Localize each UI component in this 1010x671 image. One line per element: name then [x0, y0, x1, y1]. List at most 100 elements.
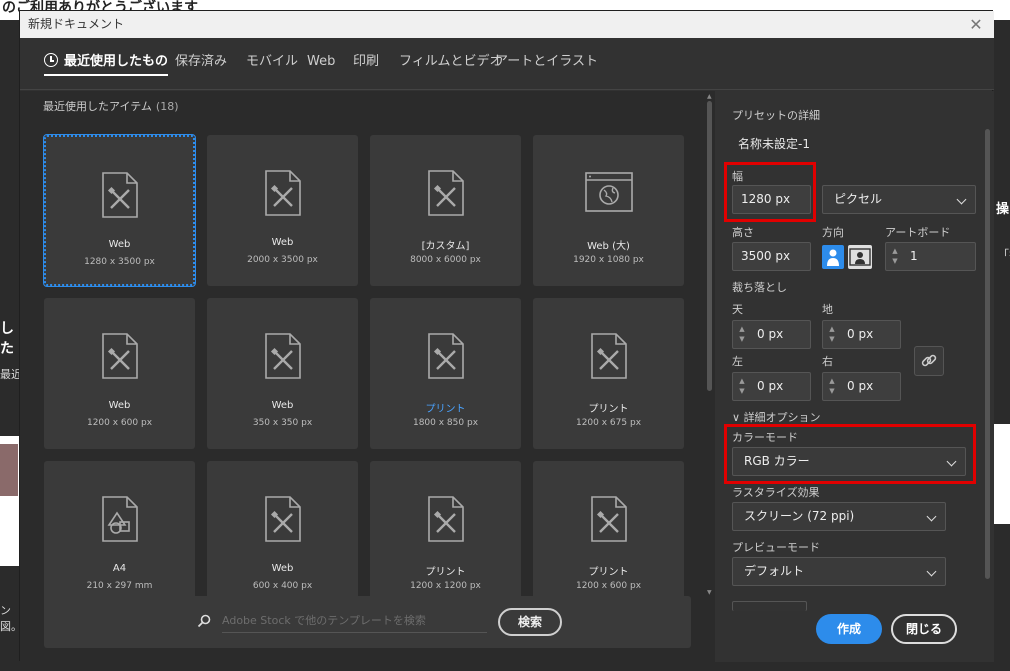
preset-details-pane: プリセットの詳細 名称未設定-1 幅 1280 px ピクセル 高さ 3500 …	[715, 91, 994, 662]
recent-items-count: (18)	[155, 100, 179, 113]
recent-item-size: 1280 x 3500 px	[84, 257, 155, 267]
recent-item-size: 1800 x 850 px	[412, 418, 479, 428]
clock-icon	[44, 53, 58, 67]
create-button[interactable]: 作成	[816, 614, 882, 644]
background-right-image	[993, 424, 1010, 524]
bleed-top-value: 0 px	[757, 327, 784, 341]
pencil-document-icon	[263, 495, 303, 543]
raster-effects-dropdown[interactable]: スクリーン (72 ppi)	[732, 502, 946, 531]
close-icon[interactable]: ✕	[966, 11, 986, 38]
advanced-options-toggle[interactable]: ∨ 詳細オプション	[732, 409, 821, 425]
chevron-down-icon	[926, 511, 937, 522]
recent-item-name: プリント	[425, 404, 466, 415]
preset-scrollbar-thumb[interactable]	[985, 129, 990, 579]
recent-item-size: 1200 x 600 px	[575, 581, 642, 591]
recent-item-name: Web	[108, 400, 131, 411]
preset-details-scrollbar[interactable]	[984, 121, 991, 591]
search-button[interactable]: 検索	[498, 608, 562, 636]
height-label: 高さ	[732, 226, 754, 239]
background-left-image	[0, 436, 20, 566]
recent-item-card[interactable]: プリント 1200 x 1200 px	[370, 461, 521, 612]
unit-dropdown[interactable]: ピクセル	[822, 185, 976, 214]
recent-item-card[interactable]: プリント 1800 x 850 px	[370, 298, 521, 449]
scroll-up-icon[interactable]: ▲	[707, 93, 712, 100]
recent-item-name: Web	[271, 400, 294, 411]
recent-item-card[interactable]: Web 600 x 400 px	[207, 461, 358, 612]
bleed-left-stepper[interactable]: ▲ ▼ 0 px	[732, 372, 811, 401]
bleed-left-value: 0 px	[757, 379, 784, 393]
tab-print[interactable]: 印刷	[353, 52, 379, 76]
new-document-dialog: 新規ドキュメント ✕ 最近使用したもの 保存済み モバイル Web 印刷 フィル…	[19, 10, 994, 662]
bleed-top-label: 天	[732, 303, 743, 316]
recent-item-card[interactable]: Web 1280 x 3500 px	[43, 134, 196, 287]
recent-item-card[interactable]: プリント 1200 x 600 px	[533, 461, 684, 612]
recent-item-name: [カスタム]	[421, 241, 470, 252]
pencil-document-icon	[100, 332, 140, 380]
dialog-titlebar: 新規ドキュメント ✕	[20, 11, 994, 38]
height-field[interactable]: 3500 px	[732, 242, 811, 271]
stepper-arrows-icon[interactable]: ▲ ▼	[736, 376, 748, 398]
stepper-arrows-icon[interactable]: ▲ ▼	[826, 376, 838, 398]
search-icon	[197, 614, 211, 628]
bleed-bottom-value: 0 px	[847, 327, 874, 341]
scrollbar-thumb[interactable]	[707, 101, 712, 391]
background-right-text-1: 操	[996, 202, 1010, 217]
raster-effects-label: ラスタライズ効果	[732, 486, 820, 499]
document-name[interactable]: 名称未設定-1	[738, 135, 810, 152]
recent-item-size: 1200 x 1200 px	[410, 581, 481, 591]
bleed-top-stepper[interactable]: ▲ ▼ 0 px	[732, 320, 811, 349]
stepper-arrows-icon[interactable]: ▲ ▼	[736, 324, 748, 346]
unit-value: ピクセル	[834, 192, 883, 206]
recent-item-card[interactable]: Web 1200 x 600 px	[44, 298, 195, 449]
chevron-down-icon	[926, 566, 937, 577]
recent-item-size: 2000 x 3500 px	[247, 255, 318, 265]
tab-recent[interactable]: 最近使用したもの	[44, 52, 169, 76]
preview-mode-label: プレビューモード	[732, 541, 820, 554]
background-right-text-2: 「学	[998, 248, 1010, 261]
stepper-arrows-icon[interactable]: ▲ ▼	[826, 324, 838, 346]
tab-art-illustration[interactable]: アートとイラスト	[495, 52, 598, 76]
recent-item-size: 350 x 350 px	[252, 418, 313, 428]
close-button[interactable]: 閉じる	[891, 614, 957, 644]
stepper-arrows-icon[interactable]: ▲ ▼	[889, 246, 901, 268]
recent-item-name: Web (大)	[587, 241, 630, 252]
recent-item-card[interactable]: プリント 1200 x 675 px	[533, 298, 684, 449]
bleed-bottom-label: 地	[822, 303, 833, 316]
preview-mode-dropdown[interactable]: デフォルト	[732, 557, 946, 586]
recent-item-card[interactable]: A4 210 x 297 mm	[44, 461, 195, 612]
tab-mobile[interactable]: モバイル	[246, 52, 298, 76]
recent-item-name: A4	[112, 563, 127, 574]
artboard-stepper[interactable]: ▲ ▼ 1	[885, 242, 976, 271]
cut-off-field	[732, 601, 807, 611]
tab-film-video[interactable]: フィルムとビデオ	[399, 52, 502, 76]
recent-item-card[interactable]: Web (大) 1920 x 1080 px	[533, 135, 684, 286]
template-search-input[interactable]	[222, 609, 487, 633]
recent-item-size: 1920 x 1080 px	[573, 255, 644, 265]
recent-item-card[interactable]: [カスタム] 8000 x 6000 px	[370, 135, 521, 286]
recent-item-name: プリント	[588, 567, 629, 578]
recent-item-card[interactable]: Web 2000 x 3500 px	[207, 135, 358, 286]
pencil-document-icon	[263, 169, 303, 217]
tab-saved[interactable]: 保存済み	[175, 52, 227, 76]
link-bleed-button[interactable]	[914, 346, 944, 376]
pencil-document-icon	[426, 332, 466, 380]
template-search-bar: 検索	[44, 596, 691, 648]
landscape-person-icon	[849, 248, 871, 266]
pencil-document-icon	[589, 495, 629, 543]
bleed-right-stepper[interactable]: ▲ ▼ 0 px	[822, 372, 901, 401]
scroll-down-icon[interactable]: ▼	[707, 589, 712, 596]
recent-item-size: 1200 x 675 px	[575, 418, 642, 428]
bleed-bottom-stepper[interactable]: ▲ ▼ 0 px	[822, 320, 901, 349]
pencil-document-icon	[100, 171, 140, 219]
recent-items-scrollbar[interactable]: ▲ ▼	[706, 93, 713, 598]
color-mode-highlight-box	[724, 424, 976, 484]
landscape-orientation-button[interactable]	[848, 245, 872, 269]
bleed-left-label: 左	[732, 355, 743, 368]
tab-web[interactable]: Web	[307, 52, 335, 76]
category-tabs: 最近使用したもの 保存済み モバイル Web 印刷 フィルムとビデオ アートとイ…	[20, 38, 994, 90]
portrait-orientation-button[interactable]	[822, 245, 844, 269]
pencil-document-icon	[589, 332, 629, 380]
pencil-document-icon	[426, 169, 466, 217]
pencil-document-icon	[426, 495, 466, 543]
recent-item-card[interactable]: Web 350 x 350 px	[207, 298, 358, 449]
